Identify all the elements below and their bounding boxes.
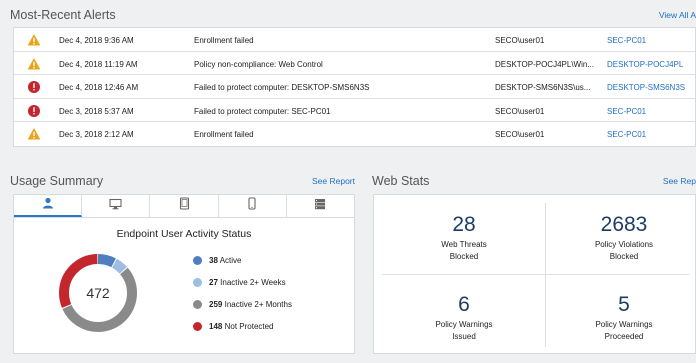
alert-description: Failed to protect computer: SEC-PC01	[194, 106, 331, 116]
tab-tablets[interactable]	[150, 195, 219, 217]
divider	[382, 274, 689, 275]
usage-see-report-link[interactable]: See Report	[312, 176, 355, 186]
stat-value: 5	[618, 293, 630, 316]
server-icon	[314, 197, 326, 215]
alert-description: Policy non-compliance: Web Control	[194, 59, 323, 69]
legend-value: 27	[209, 278, 218, 287]
alert-host-link[interactable]: SEC-PC01	[607, 107, 646, 116]
alert-row[interactable]: Dec 4, 2018 9:36 AM Enrollment failed SE…	[14, 28, 695, 52]
legend-dot	[193, 278, 202, 287]
legend-label: Active	[219, 256, 242, 265]
legend-label: Not Protected	[224, 322, 274, 331]
stat-label: Web Threats Blocked	[441, 240, 487, 261]
alert-user: SECO\user01	[495, 36, 545, 45]
legend-label: Inactive 2+ Months	[224, 300, 292, 309]
web-stats-title: Web Stats	[372, 174, 430, 188]
legend-value: 38	[209, 256, 218, 265]
user-icon	[42, 196, 54, 214]
donut-total: 472	[86, 285, 110, 301]
legend-dot	[193, 300, 202, 309]
stat-value: 28	[452, 213, 476, 236]
alerts-title: Most-Recent Alerts	[10, 8, 116, 22]
alert-user: SECO\user01	[495, 130, 545, 139]
stat-label: Policy Warnings Issued	[435, 320, 493, 341]
web-stats-panel: 28 Web Threats Blocked 2683 Policy Violat…	[373, 194, 696, 354]
alert-host-link[interactable]: DESKTOP-SMS6N3S	[607, 83, 685, 92]
tab-users[interactable]	[14, 195, 83, 217]
alert-date: Dec 4, 2018 9:36 AM	[59, 36, 134, 45]
alert-date: Dec 4, 2018 12:46 AM	[59, 83, 139, 92]
alert-description: Enrollment failed	[194, 36, 254, 45]
alert-user: DESKTOP-SMS6N3S\us...	[495, 83, 591, 92]
warning-icon	[27, 33, 41, 47]
legend-value: 259	[209, 300, 223, 309]
legend-label: Inactive 2+ Weeks	[220, 278, 286, 287]
usage-summary-panel: Endpoint User Activity Status 472 38 Act…	[13, 194, 355, 354]
legend-dot	[193, 322, 202, 331]
view-all-alerts-link[interactable]: View All A	[659, 10, 696, 20]
warning-icon	[27, 127, 41, 141]
stat-value: 2683	[600, 213, 648, 236]
web-stats-header: Web Stats See Rep	[372, 174, 696, 190]
usage-summary-header: Usage Summary See Report	[10, 174, 355, 190]
alert-date: Dec 3, 2018 5:37 AM	[59, 106, 134, 116]
stat-policy-violations-blocked[interactable]: 2683 Policy Violations Blocked	[544, 213, 696, 263]
stat-policy-warnings-issued[interactable]: 6 Policy Warnings Issued	[384, 293, 544, 343]
alert-row[interactable]: Dec 3, 2018 5:37 AM Failed to protect co…	[14, 99, 695, 122]
mobile-icon	[248, 197, 256, 215]
activity-donut-chart: 472	[58, 253, 138, 333]
stat-label: Policy Warnings Proceeded	[595, 320, 653, 341]
stat-policy-warnings-proceeded[interactable]: 5 Policy Warnings Proceeded	[544, 293, 696, 343]
alert-row[interactable]: Dec 4, 2018 12:46 AM Failed to protect c…	[14, 75, 695, 99]
stat-web-threats-blocked[interactable]: 28 Web Threats Blocked	[384, 213, 544, 263]
critical-icon	[27, 80, 41, 94]
activity-status-title: Endpoint User Activity Status	[116, 228, 252, 240]
alert-user: DESKTOP-POCJ4PL\Win...	[495, 59, 594, 69]
tablet-icon	[179, 197, 190, 215]
alerts-header: Most-Recent Alerts View All A	[10, 8, 696, 26]
legend-value: 148	[209, 322, 223, 331]
alert-user: SECO\user01	[495, 106, 545, 116]
warning-icon	[27, 57, 41, 71]
stat-label: Policy Violations Blocked	[594, 240, 654, 261]
alert-date: Dec 4, 2018 11:19 AM	[59, 59, 138, 69]
alerts-table: Dec 4, 2018 9:36 AM Enrollment failed SE…	[13, 27, 696, 147]
critical-icon	[27, 104, 41, 118]
legend-dot	[193, 256, 202, 265]
desktop-icon	[109, 197, 122, 215]
tab-desktops[interactable]	[82, 195, 151, 217]
tab-mobile[interactable]	[219, 195, 287, 217]
alert-date: Dec 3, 2018 2:12 AM	[59, 130, 134, 139]
alert-row[interactable]: Dec 4, 2018 11:19 AM Policy non-complian…	[14, 52, 695, 75]
alert-host-link[interactable]: SEC-PC01	[607, 130, 646, 139]
tab-servers[interactable]	[287, 195, 354, 217]
web-stats-see-report-link[interactable]: See Rep	[663, 176, 696, 186]
alert-description: Failed to protect computer: DESKTOP-SMS6…	[194, 83, 370, 92]
alert-host-link[interactable]: DESKTOP-POCJ4PL	[607, 60, 683, 69]
alert-host-link[interactable]: SEC-PC01	[607, 36, 646, 45]
alert-description: Enrollment failed	[194, 130, 254, 139]
device-tabs	[14, 195, 354, 218]
stat-value: 6	[458, 293, 470, 316]
usage-summary-title: Usage Summary	[10, 174, 104, 188]
alert-row[interactable]: Dec 3, 2018 2:12 AM Enrollment failed SE…	[14, 122, 695, 146]
